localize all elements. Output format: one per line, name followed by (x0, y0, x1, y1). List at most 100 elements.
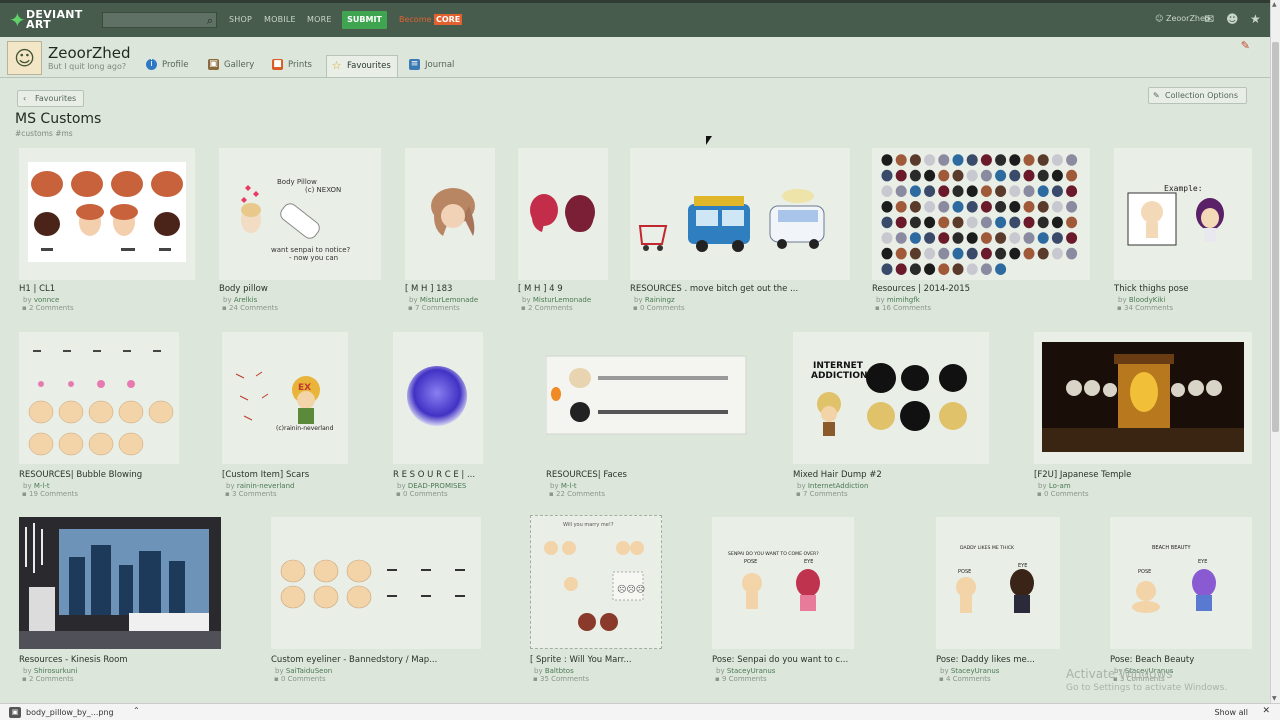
deviation-author[interactable]: by DEAD-PROMISES (397, 482, 466, 490)
deviation-title[interactable]: RESOURCES| Faces (546, 470, 627, 480)
deviation-card[interactable]: [F2U] Japanese Temple by Lo-am ▪ 0 Comme… (1034, 332, 1252, 498)
deviation-card[interactable]: RESOURCES . move bitch get out the ... b… (630, 148, 850, 312)
deviation-comments[interactable]: ▪ 2 Comments (521, 304, 573, 312)
deviation-title[interactable]: R E S O U R C E | ... (393, 470, 475, 480)
deviation-author[interactable]: by MisturLemonade (409, 296, 478, 304)
deviation-card[interactable]: BEACH BEAUTY POSE EYE Pose: Beach Beauty… (1110, 517, 1252, 683)
deviation-thumbnail[interactable]: Example: (1114, 148, 1252, 280)
author-name[interactable]: StaceyUranus (951, 667, 1000, 675)
author-name[interactable]: vonnce (34, 296, 59, 304)
deviation-thumbnail[interactable] (518, 148, 608, 280)
deviation-comments[interactable]: ▪ 2 Comments (22, 675, 74, 683)
tab-favourites[interactable]: ☆ Favourites (326, 55, 398, 77)
search-input[interactable]: ⌕ (102, 12, 217, 28)
deviation-card[interactable]: Resources - Kinesis Room by Shirosurkuni… (19, 517, 221, 683)
tab-gallery[interactable]: ▣ Gallery (204, 55, 260, 77)
deviation-title[interactable]: Pose: Daddy likes me... (936, 655, 1035, 665)
deviation-comments[interactable]: ▪ 22 Comments (549, 490, 605, 498)
deviation-comments[interactable]: ▪ 0 Comments (1037, 490, 1089, 498)
deviation-card[interactable]: [ M H ] 4 9 by MisturLemonade ▪ 2 Commen… (518, 148, 608, 312)
deviation-card[interactable]: RESOURCES| Bubble Blowing by M-l-t ▪ 19 … (19, 332, 179, 498)
deviation-comments[interactable]: ▪ 4 Comments (939, 675, 991, 683)
profile-username[interactable]: ZeoorZhed (48, 44, 131, 62)
deviation-author[interactable]: by Arelkis (223, 296, 257, 304)
chevron-up-icon[interactable]: ⌃ (133, 706, 140, 715)
author-name[interactable]: DEAD-PROMISES (408, 482, 467, 490)
deviation-title[interactable]: [ M H ] 4 9 (518, 284, 563, 294)
deviation-card[interactable]: RESOURCES| Faces by M-l-t ▪ 22 Comments (546, 332, 748, 498)
deviation-thumbnail[interactable] (19, 332, 179, 464)
user-menu[interactable]: ☺ ZeoorZhed (1155, 14, 1210, 23)
deviation-author[interactable]: by BloodyKiki (1118, 296, 1165, 304)
deviation-thumbnail[interactable]: Body Pillow (c) NEXON want senpai to not… (219, 148, 381, 280)
deviation-comments[interactable]: ▪ 35 Comments (533, 675, 589, 683)
deviation-comments[interactable]: ▪ 0 Comments (274, 675, 326, 683)
deviation-card[interactable]: H1 | CL1 by vonnce ▪ 2 Comments (19, 148, 195, 312)
deviation-thumbnail[interactable] (19, 148, 195, 280)
deviation-thumbnail[interactable]: INTERNET ADDICTION (793, 332, 989, 464)
page-scrollbar[interactable]: ▲ ▼ (1270, 0, 1280, 703)
deviation-comments[interactable]: ▪ 7 Comments (796, 490, 848, 498)
deviation-card[interactable]: Will you marry me!? ☹☹☹ [ Sprite : Will … (530, 515, 662, 683)
submit-button[interactable]: SUBMIT (342, 11, 387, 29)
deviation-thumbnail[interactable] (630, 148, 850, 280)
deviation-thumbnail[interactable]: EX (c)rainin-neverland (222, 332, 348, 464)
author-name[interactable]: InternetAddiction (808, 482, 869, 490)
deviation-thumbnail[interactable] (271, 517, 481, 649)
deviation-author[interactable]: by InternetAddiction (797, 482, 868, 490)
deviation-card[interactable]: EX (c)rainin-neverland [Custom Item] Sca… (222, 332, 348, 498)
deviation-title[interactable]: [Custom Item] Scars (222, 470, 309, 480)
deviation-comments[interactable]: ▪ 0 Comments (633, 304, 685, 312)
author-name[interactable]: MisturLemonade (533, 296, 591, 304)
deviation-author[interactable]: by rainin-neverland (226, 482, 294, 490)
deviation-title[interactable]: [ M H ] 183 (405, 284, 452, 294)
deviation-thumbnail[interactable]: SENPAI DO YOU WANT TO COME OVER? POSE EY… (712, 517, 854, 649)
search-icon[interactable]: ⌕ (207, 14, 213, 28)
deviation-author[interactable]: by Shirosurkuni (23, 667, 77, 675)
deviation-title[interactable]: [F2U] Japanese Temple (1034, 470, 1131, 480)
deviation-comments[interactable]: ▪ 2 Comments (22, 304, 74, 312)
deviation-card[interactable]: Example: Thick thighs pose by BloodyKiki… (1114, 148, 1252, 312)
deviation-thumbnail[interactable] (19, 517, 221, 649)
deviation-thumbnail[interactable] (546, 352, 748, 440)
collection-options-button[interactable]: ✎ Collection Options (1148, 87, 1247, 104)
deviation-comments[interactable]: ▪ 19 Comments (22, 490, 78, 498)
deviation-card[interactable]: Custom eyeliner - Bannedstory / Map... b… (271, 517, 481, 683)
deviation-title[interactable]: Thick thighs pose (1114, 284, 1189, 294)
author-name[interactable]: M-l-t (561, 482, 577, 490)
author-name[interactable]: Lo-am (1049, 482, 1071, 490)
close-icon[interactable]: ✕ (1262, 706, 1270, 716)
deviation-author[interactable]: by M-l-t (23, 482, 50, 490)
deviation-author[interactable]: by Rainingz (634, 296, 675, 304)
deviation-card[interactable]: INTERNET ADDICTION Mixed Hair Dump #2 by… (793, 332, 989, 498)
nav-mobile[interactable]: MOBILE (264, 15, 296, 24)
deviation-title[interactable]: H1 | CL1 (19, 284, 55, 294)
deviation-card[interactable]: Resources | 2014-2015 by mimihgfk ▪ 16 C… (872, 148, 1090, 312)
deviation-thumbnail[interactable] (393, 332, 483, 464)
deviation-title[interactable]: Body pillow (219, 284, 268, 294)
author-name[interactable]: MisturLemonade (420, 296, 478, 304)
deviation-card[interactable]: [ M H ] 183 by MisturLemonade ▪ 7 Commen… (405, 148, 495, 312)
author-name[interactable]: Rainingz (645, 296, 675, 304)
deviation-card[interactable]: Body Pillow (c) NEXON want senpai to not… (219, 148, 381, 312)
tab-prints[interactable]: ■ Prints (268, 55, 318, 77)
edit-profile-icon[interactable]: ✎ (1241, 39, 1250, 52)
show-all-downloads-button[interactable]: Show all (1215, 706, 1248, 719)
mail-icon[interactable]: ✉ (1204, 12, 1214, 26)
deviation-author[interactable]: by mimihgfk (876, 296, 920, 304)
deviation-author[interactable]: by vonnce (23, 296, 59, 304)
deviation-thumbnail[interactable]: Will you marry me!? ☹☹☹ (530, 515, 662, 649)
deviation-card[interactable]: SENPAI DO YOU WANT TO COME OVER? POSE EY… (712, 517, 854, 683)
deviation-card[interactable]: R E S O U R C E | ... by DEAD-PROMISES ▪… (393, 332, 483, 498)
deviation-title[interactable]: Mixed Hair Dump #2 (793, 470, 882, 480)
deviation-author[interactable]: by StaceyUranus (940, 667, 999, 675)
deviation-title[interactable]: [ Sprite : Will You Marr... (530, 655, 632, 665)
deviation-author[interactable]: by SaiTaiduSeon (275, 667, 332, 675)
deviation-title[interactable]: Custom eyeliner - Bannedstory / Map... (271, 655, 437, 665)
nav-more[interactable]: MORE (307, 15, 332, 24)
author-name[interactable]: rainin-neverland (237, 482, 295, 490)
author-name[interactable]: mimihgfk (887, 296, 920, 304)
deviation-title[interactable]: RESOURCES . move bitch get out the ... (630, 284, 798, 294)
deviation-comments[interactable]: ▪ 24 Comments (222, 304, 278, 312)
deviation-thumbnail[interactable] (1034, 332, 1252, 464)
